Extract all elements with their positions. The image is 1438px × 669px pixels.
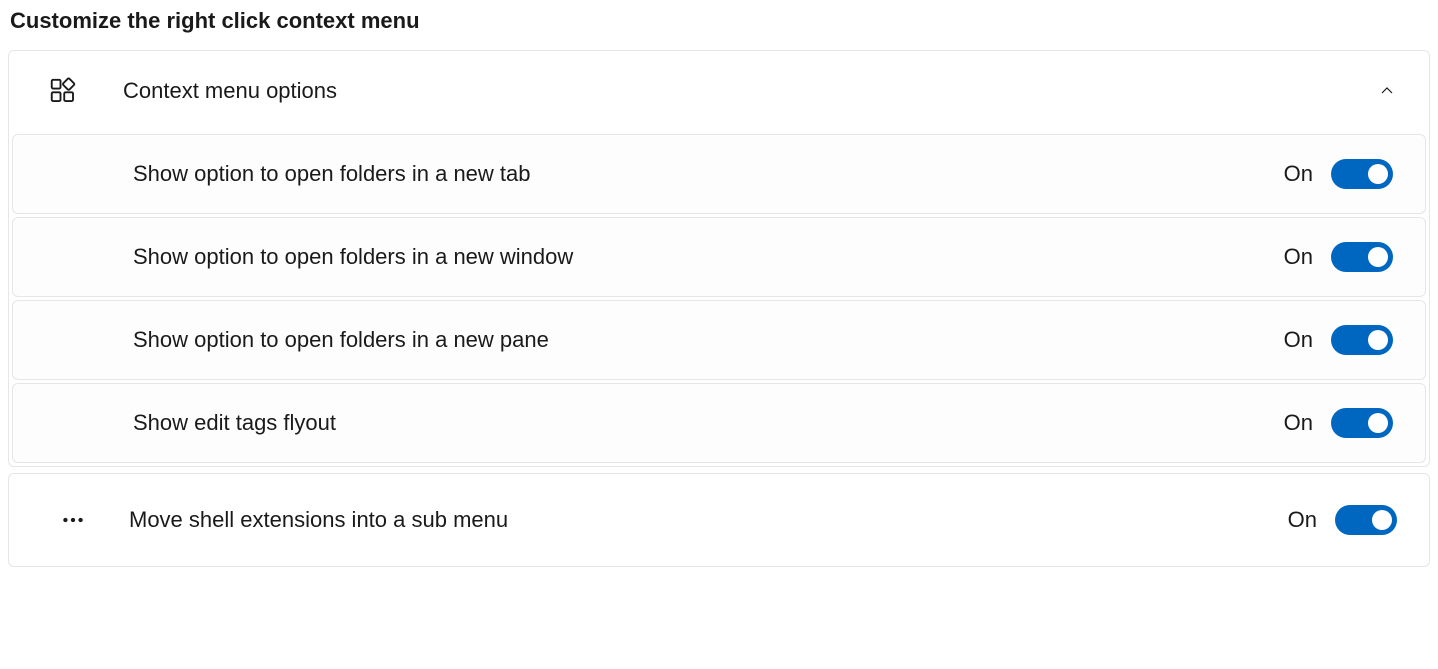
more-icon [57,504,89,536]
context-menu-options-expander[interactable]: Context menu options [9,51,1429,131]
toggle-open-new-window[interactable] [1331,242,1393,272]
toggle-move-shell-extensions[interactable] [1335,505,1397,535]
context-menu-options-card: Context menu options Show option to open… [8,50,1430,467]
option-label: Show option to open folders in a new tab [133,161,1284,187]
option-label: Show edit tags flyout [133,410,1284,436]
expander-content: Show option to open folders in a new tab… [9,134,1429,463]
option-label: Show option to open folders in a new win… [133,244,1284,270]
toggle-state-text: On [1284,244,1313,270]
option-label: Move shell extensions into a sub menu [129,507,1288,533]
chevron-up-icon [1377,81,1397,101]
option-label: Show option to open folders in a new pan… [133,327,1284,353]
apps-icon [47,75,79,107]
toggle-edit-tags-flyout[interactable] [1331,408,1393,438]
option-open-new-window: Show option to open folders in a new win… [12,217,1426,297]
option-open-new-tab: Show option to open folders in a new tab… [12,134,1426,214]
toggle-state-text: On [1284,410,1313,436]
section-title: Customize the right click context menu [8,8,1430,34]
toggle-state-text: On [1284,327,1313,353]
toggle-open-new-pane[interactable] [1331,325,1393,355]
toggle-state-text: On [1288,507,1317,533]
option-move-shell-extensions: Move shell extensions into a sub menu On [8,473,1430,567]
option-open-new-pane: Show option to open folders in a new pan… [12,300,1426,380]
toggle-state-text: On [1284,161,1313,187]
toggle-open-new-tab[interactable] [1331,159,1393,189]
option-edit-tags-flyout: Show edit tags flyout On [12,383,1426,463]
expander-title: Context menu options [123,78,1377,104]
